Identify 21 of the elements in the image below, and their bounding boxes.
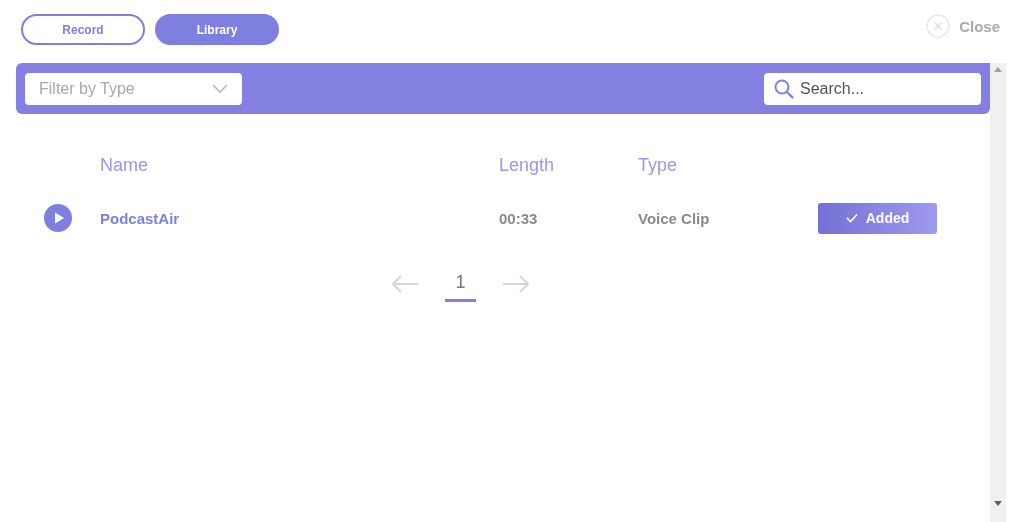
filter-dropdown[interactable]: Filter by Type [25,72,242,105]
table-cell-text: Voice Clip [638,209,711,227]
table-cell-text: PodcastAir [100,209,181,227]
column-header: Length [499,154,556,176]
play-icon[interactable] [44,204,72,232]
scroll-down-icon[interactable] [994,501,1002,506]
search-field[interactable]: Search... [764,72,981,105]
added-button[interactable]: Added [818,202,937,234]
tab[interactable]: Library [155,14,279,45]
column-header: Type [638,154,679,176]
close-button[interactable]: Close [926,14,1000,38]
search-icon [774,78,794,99]
chevron-down-icon [212,83,228,94]
column-header: Name [100,154,149,176]
scrollbar[interactable] [990,63,1006,522]
close-icon [926,14,951,38]
table-cell-text: 00:33 [499,209,539,227]
page-button[interactable]: 1 [445,266,476,302]
tab[interactable]: Record [21,14,145,45]
scroll-up-icon[interactable] [994,67,1002,72]
check-icon [845,213,858,223]
